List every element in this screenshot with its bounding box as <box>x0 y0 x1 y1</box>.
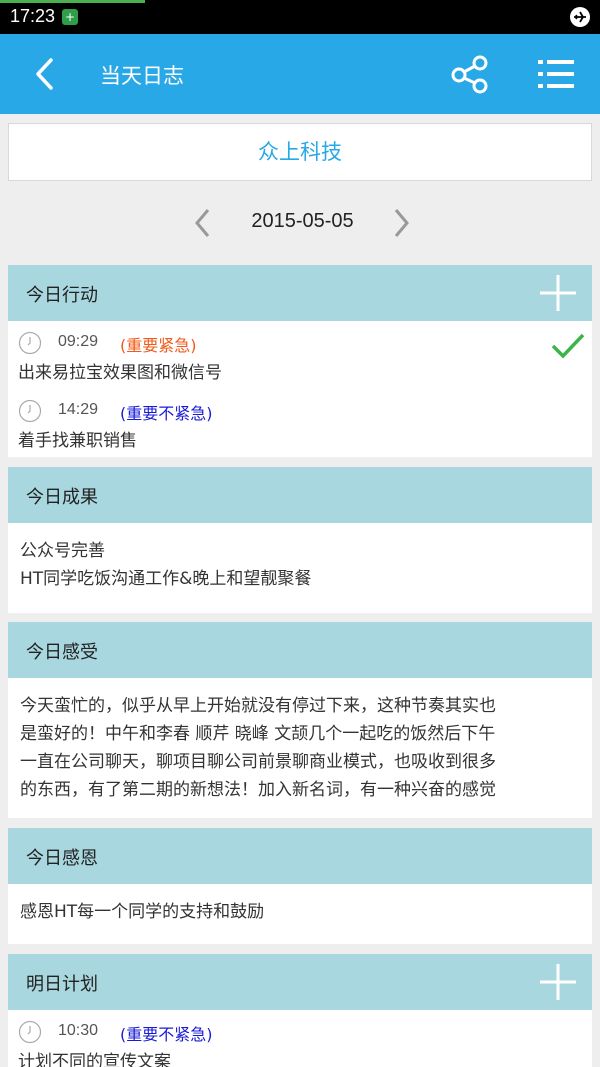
results-text[interactable]: 公众号完善 HT同学吃饭沟通工作&晚上和望靓聚餐 <box>8 523 592 605</box>
company-name[interactable]: 众上科技 <box>8 123 592 181</box>
section-title: 今日成果 <box>26 487 98 508</box>
task-priority: (重要不紧急) <box>120 404 213 423</box>
section-header: 今日行动 <box>8 265 592 321</box>
add-icon <box>540 964 576 1000</box>
menu-button[interactable] <box>532 50 580 98</box>
task-priority: (重要紧急) <box>120 336 197 355</box>
status-time: 17:23 <box>10 6 56 26</box>
add-plan-button[interactable] <box>538 962 578 1002</box>
task-list: 09:29 (重要紧急) 出来易拉宝效果图和微信号 14:29 (重要不紧急) … <box>8 321 592 457</box>
app-bar: 当天日志 <box>0 34 600 114</box>
date-label: 2015-05-05 <box>251 210 354 232</box>
section-header: 今日感恩 <box>8 828 592 884</box>
text-line: 公众号完善 <box>20 541 105 561</box>
share-button[interactable] <box>446 50 494 98</box>
section-header: 今日感受 <box>8 622 592 678</box>
status-bar: 17:23 + <box>0 0 600 34</box>
menu-icon <box>538 60 574 88</box>
text-line: 今天蛮忙的，似乎从早上开始就没有停过下来，这种节奏其实也 <box>20 696 496 716</box>
check-icon[interactable] <box>550 331 586 361</box>
task-item[interactable]: 09:29 (重要紧急) 出来易拉宝效果图和微信号 <box>8 321 592 389</box>
status-progress <box>0 0 145 3</box>
section-today-results: 今日成果 公众号完善 HT同学吃饭沟通工作&晚上和望靓聚餐 <box>8 467 592 613</box>
text-line: HT同学吃饭沟通工作&晚上和望靓聚餐 <box>20 569 312 589</box>
clock-icon <box>18 331 42 355</box>
back-button[interactable] <box>22 50 70 98</box>
section-tomorrow-plan: 明日计划 10:30 (重要不紧急) 计划不同的宣传文案 <box>8 954 592 1067</box>
task-description: 计划不同的宣传文案 <box>18 1052 171 1067</box>
section-today-gratitude: 今日感恩 感恩HT每一个同学的支持和鼓励 <box>8 828 592 944</box>
text-line: 感恩HT每一个同学的支持和鼓励 <box>20 902 265 922</box>
task-item[interactable]: 10:30 (重要不紧急) 计划不同的宣传文案 <box>8 1010 592 1067</box>
next-day-button[interactable] <box>386 206 416 240</box>
section-header: 今日成果 <box>8 467 592 523</box>
text-line: 的东西，有了第二期的新想法！加入新名词，有一种兴奋的感觉 <box>20 780 496 800</box>
clock-icon <box>18 399 42 423</box>
chevron-right-icon <box>394 209 409 237</box>
section-title: 今日感恩 <box>26 848 98 869</box>
add-action-button[interactable] <box>538 273 578 313</box>
notification-icon: + <box>62 9 78 25</box>
page-title: 当天日志 <box>100 64 184 88</box>
task-time: 09:29 <box>58 333 99 350</box>
task-time: 10:30 <box>58 1022 99 1039</box>
task-priority: (重要不紧急) <box>120 1025 213 1044</box>
share-icon <box>451 55 488 94</box>
section-header: 明日计划 <box>8 954 592 1010</box>
clock-icon <box>18 1020 42 1044</box>
feelings-text[interactable]: 今天蛮忙的，似乎从早上开始就没有停过下来，这种节奏其实也 是蛮好的！中午和李春 … <box>8 678 592 816</box>
chevron-left-icon <box>195 209 210 237</box>
back-icon <box>36 58 53 90</box>
section-today-actions: 今日行动 09:29 (重要紧急) 出来易拉宝效果图和微信号 14:29 (重要… <box>8 265 592 457</box>
section-title: 今日行动 <box>26 285 98 306</box>
section-today-feelings: 今日感受 今天蛮忙的，似乎从早上开始就没有停过下来，这种节奏其实也 是蛮好的！中… <box>8 622 592 818</box>
task-description: 着手找兼职销售 <box>18 431 137 451</box>
task-description: 出来易拉宝效果图和微信号 <box>18 363 222 383</box>
task-item[interactable]: 14:29 (重要不紧急) 着手找兼职销售 <box>8 389 592 457</box>
airplane-mode-icon <box>570 7 590 27</box>
section-title: 明日计划 <box>26 974 98 995</box>
text-line: 一直在公司聊天，聊项目聊公司前景聊商业模式，也吸收到很多 <box>20 752 496 772</box>
task-list: 10:30 (重要不紧急) 计划不同的宣传文案 <box>8 1010 592 1067</box>
task-time: 14:29 <box>58 401 99 418</box>
gratitude-text[interactable]: 感恩HT每一个同学的支持和鼓励 <box>8 884 592 938</box>
section-title: 今日感受 <box>26 642 98 663</box>
add-icon <box>540 275 576 311</box>
previous-day-button[interactable] <box>188 206 218 240</box>
text-line: 是蛮好的！中午和李春 顺芹 晓峰 文颉几个一起吃的饭然后下午 <box>20 724 496 744</box>
